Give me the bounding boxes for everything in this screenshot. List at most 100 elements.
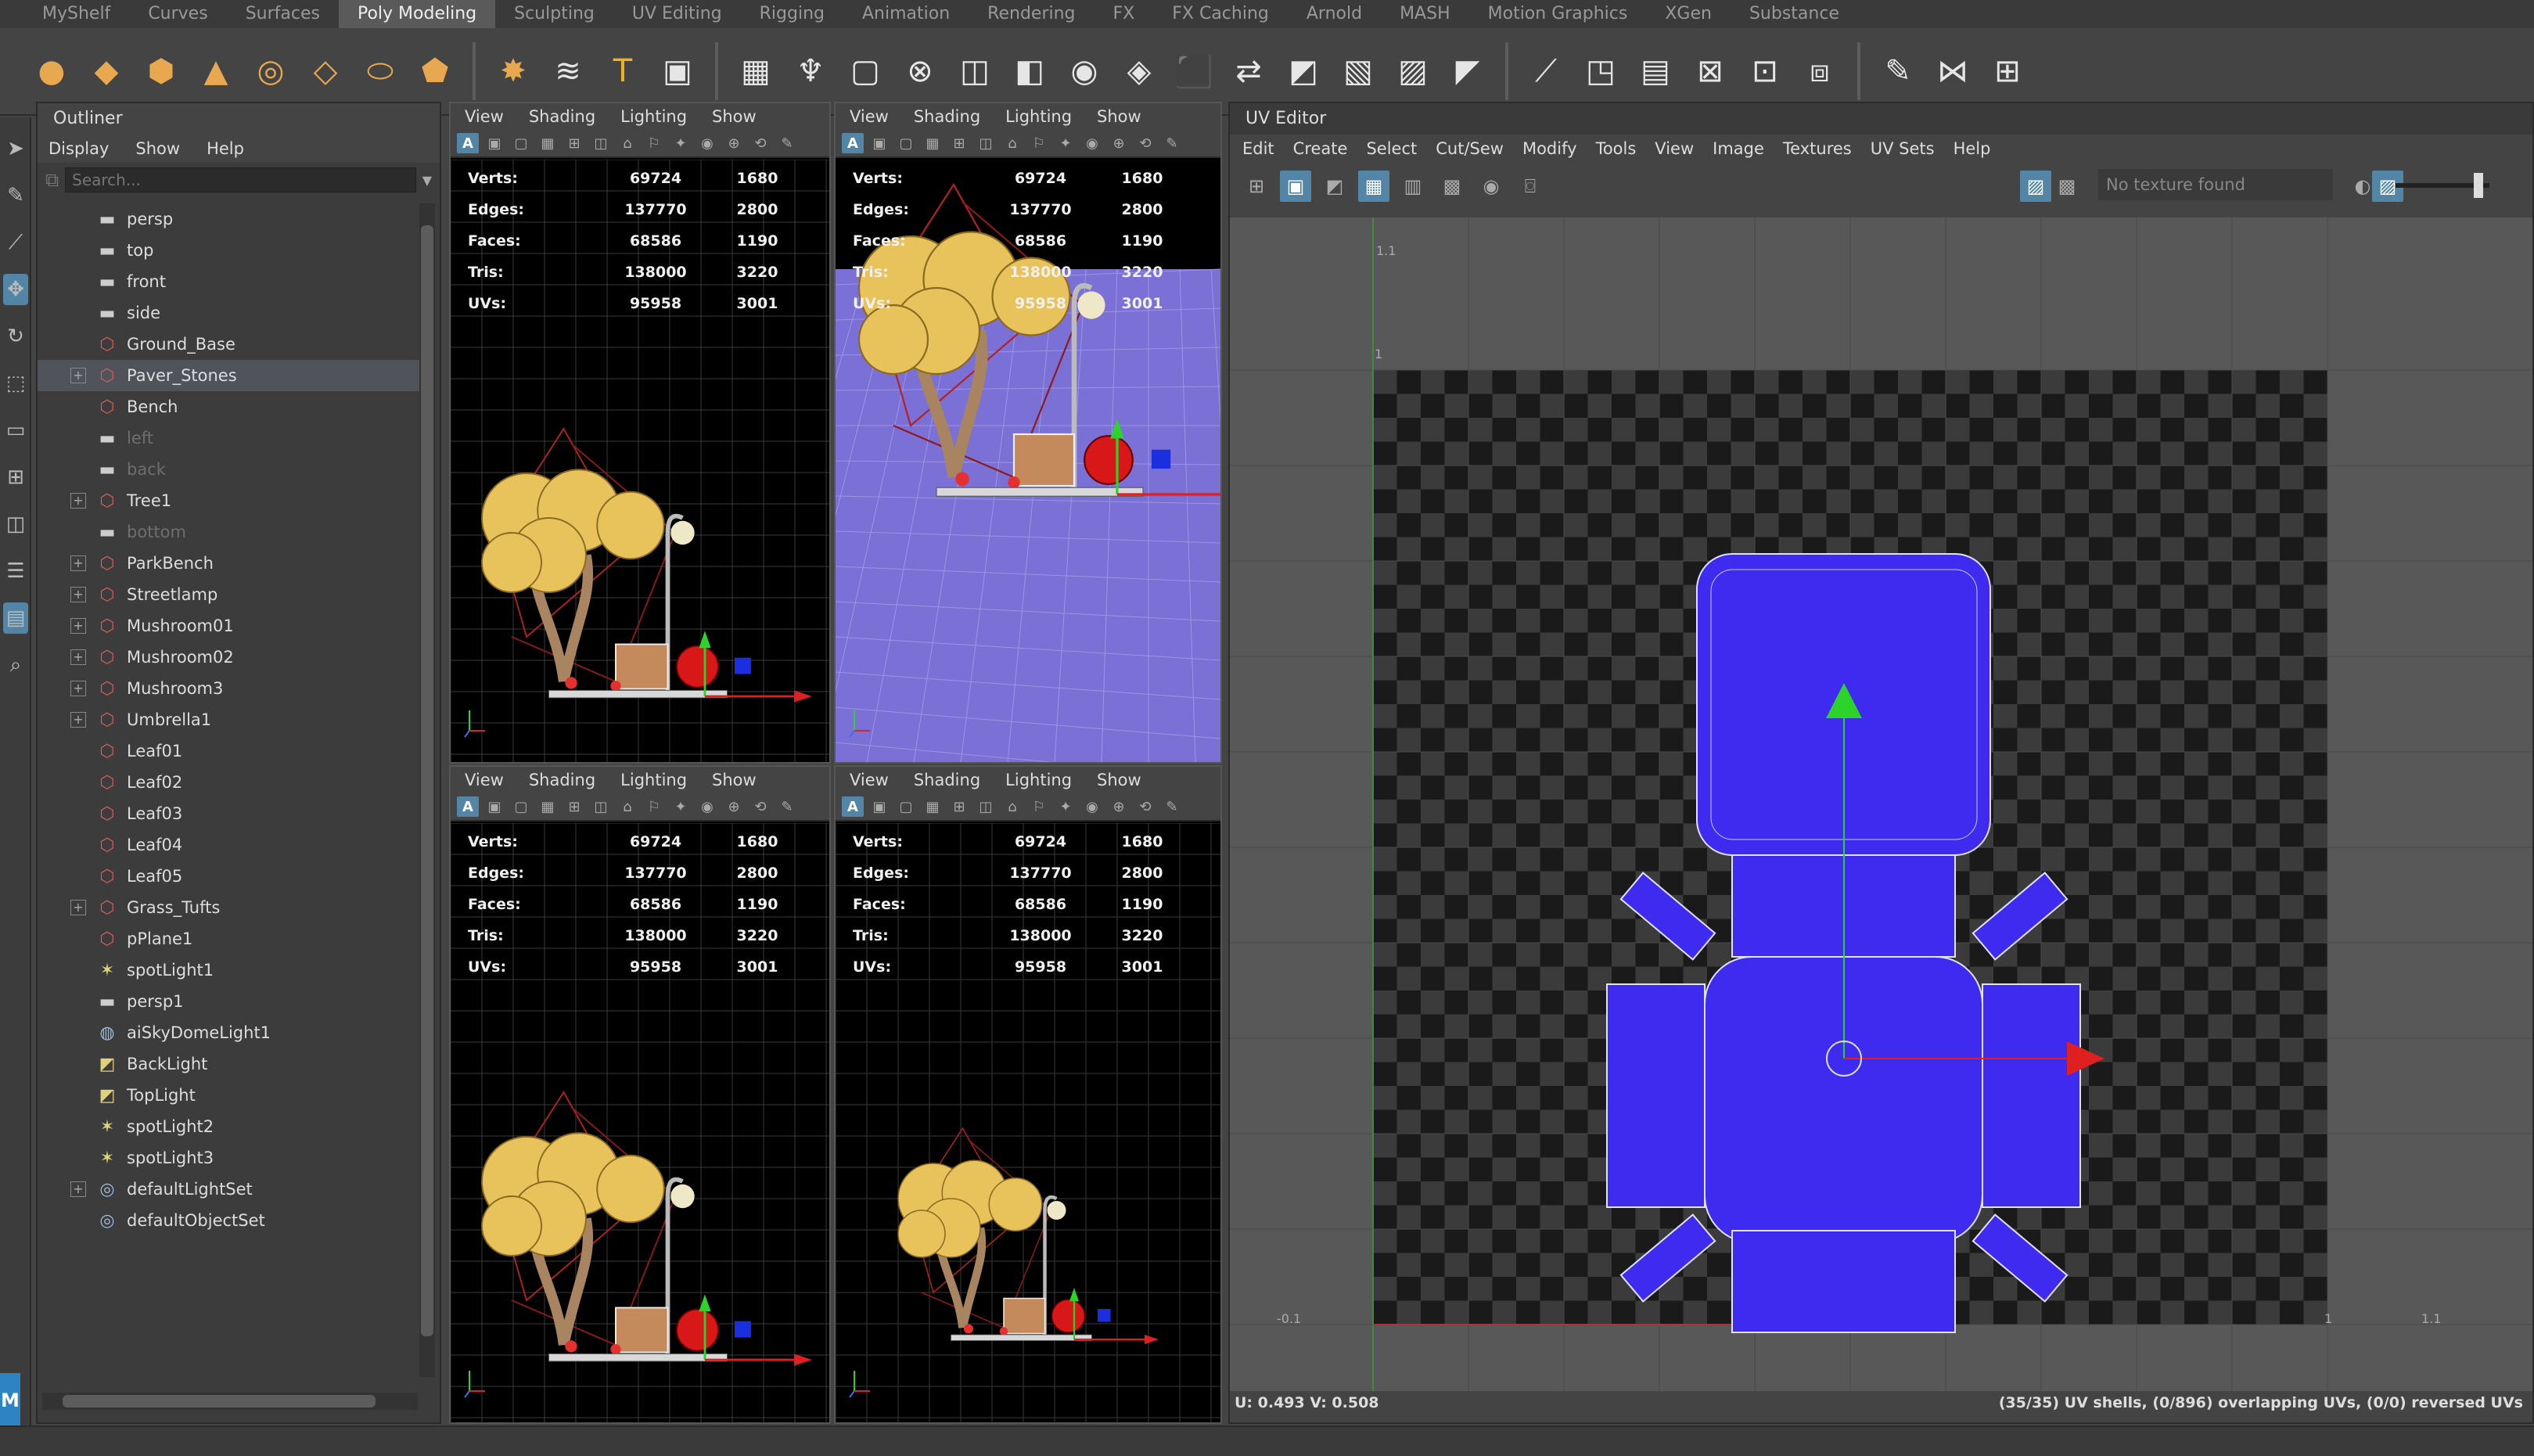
paint-icon[interactable]: ✎	[1874, 48, 1921, 95]
smooth-icon[interactable]: ◉	[1061, 48, 1108, 95]
grease-pencil-icon[interactable]: ✎	[1161, 796, 1183, 817]
camera-attributes-icon[interactable]: ▢	[510, 796, 532, 817]
uv-shell-back[interactable]	[1731, 1230, 1956, 1333]
viewport-persp-2[interactable]: View Shading Lighting Show A ▣ ▢ ▦ ⊞ ◫ ⌂ ⚐ ✦ ◉ ⊕ ⟲ ✎ Vert…	[834, 765, 1222, 1424]
uv-texture-dropdown[interactable]: No texture found	[2098, 169, 2333, 200]
select-camera-icon[interactable]: A	[842, 133, 864, 153]
resolution-gate-icon[interactable]: ⌂	[616, 133, 638, 153]
viewport-menu-shading[interactable]: Shading	[914, 103, 980, 130]
gate-mask-icon[interactable]: ⚐	[643, 133, 665, 153]
scale-tool-icon[interactable]: ⬚	[3, 368, 28, 399]
lock-camera-icon[interactable]: ▣	[483, 796, 505, 817]
expand-icon[interactable]: +	[70, 555, 86, 571]
camera-attributes-icon[interactable]: ▢	[895, 796, 917, 817]
viewport-menu-lighting[interactable]: Lighting	[620, 767, 687, 793]
uv-brightness-slider[interactable]	[2396, 173, 2489, 198]
viewport-menu-show[interactable]: Show	[712, 103, 757, 130]
platonic-icon[interactable]: ⬟	[412, 48, 458, 95]
shelf-tab-poly-modeling[interactable]: Poly Modeling	[338, 0, 496, 28]
safe-title-icon[interactable]: ⊕	[723, 796, 745, 817]
bookmark-icon[interactable]: ▦	[922, 796, 944, 817]
uv-icon[interactable]: ⊗	[897, 48, 944, 95]
separate-icon[interactable]: ◧	[1006, 48, 1053, 95]
uv-display-image-icon[interactable]: ▨	[2020, 171, 2051, 202]
shelf-tab-curves[interactable]: Curves	[129, 0, 226, 28]
outliner-item[interactable]: ▬ left	[38, 422, 421, 454]
rotate-tool-icon[interactable]: ↻	[3, 321, 28, 352]
outliner-item[interactable]: + ⬡ Umbrella1	[38, 704, 421, 735]
svg-icon[interactable]: ▣	[654, 48, 701, 95]
outliner-item[interactable]: + ⬡ ParkBench	[38, 548, 421, 579]
manipulator-x-arrow[interactable]	[794, 1354, 812, 1366]
outliner-item[interactable]: ⬡ Leaf02	[38, 767, 421, 798]
outliner-vertical-scrollbar[interactable]	[419, 203, 435, 1377]
uv-menu-create[interactable]: Create	[1293, 135, 1348, 163]
extrude-icon[interactable]: ⬛	[1170, 48, 1217, 95]
expand-icon[interactable]: +	[70, 681, 86, 696]
select-camera-icon[interactable]: A	[457, 796, 479, 817]
expand-icon[interactable]: +	[70, 368, 86, 383]
shelf-tab-xgen[interactable]: XGen	[1646, 0, 1731, 28]
flip-icon[interactable]: ⊠	[1687, 48, 1734, 95]
outliner-item[interactable]: ▬ side	[38, 297, 421, 329]
outliner-menu-show[interactable]: Show	[135, 135, 180, 163]
field-chart-icon[interactable]: ✦	[1055, 133, 1077, 153]
chevron-down-icon[interactable]: ▼	[422, 173, 432, 188]
viewport-menu-show[interactable]: Show	[1097, 767, 1141, 793]
uv-checker-icon[interactable]: ▩	[1436, 171, 1468, 202]
uv-menu-select[interactable]: Select	[1366, 135, 1417, 163]
viewport-menu-view[interactable]: View	[850, 767, 889, 793]
paint-select-icon[interactable]: ⟋	[3, 227, 28, 258]
film-gate-icon[interactable]: ◫	[590, 133, 612, 153]
select-camera-icon[interactable]: A	[842, 796, 864, 817]
shelf-tab-surfaces[interactable]: Surfaces	[227, 0, 339, 28]
expand-icon[interactable]: +	[70, 712, 86, 728]
uv-border-icon[interactable]: ▦	[1358, 171, 1389, 202]
safe-action-icon[interactable]: ◉	[1081, 796, 1103, 817]
viewport-side[interactable]: View Shading Lighting Show A ▣ ▢ ▦ ⊞ ◫ ⌂ ⚐ ✦ ◉ ⊕ ⟲ ✎ Vert…	[449, 765, 831, 1424]
outliner-item[interactable]: ✶ spotLight3	[38, 1142, 421, 1174]
resolution-gate-icon[interactable]: ⌂	[1001, 133, 1023, 153]
uv-menu-modify[interactable]: Modify	[1522, 135, 1577, 163]
viewport-menu-view[interactable]: View	[850, 103, 889, 130]
bridge-icon[interactable]: ⇄	[1225, 48, 1272, 95]
outliner-item[interactable]: ◎ defaultObjectSet	[38, 1205, 421, 1236]
expand-icon[interactable]: +	[70, 618, 86, 634]
manipulator-z-handle[interactable]	[1152, 449, 1171, 469]
resolution-gate-icon[interactable]: ⌂	[616, 796, 638, 817]
field-chart-icon[interactable]: ✦	[670, 133, 692, 153]
lock-icon[interactable]: ⧉	[45, 169, 59, 191]
average-icon[interactable]: ⧈	[1796, 48, 1843, 95]
uv-checker-map-icon[interactable]: ▩	[2051, 171, 2083, 202]
manipulator-z-handle[interactable]	[735, 1321, 751, 1338]
shelf-tab-uv-editing[interactable]: UV Editing	[613, 0, 741, 28]
grease-pencil-icon[interactable]: ✎	[776, 133, 798, 153]
uv-canvas-svg[interactable]: 1.11-0.111.1-0.1	[1230, 218, 2532, 1414]
select-tool-icon[interactable]: ➤	[3, 133, 28, 164]
outliner-item[interactable]: ⬡ Bench	[38, 391, 421, 422]
pan-zoom-icon[interactable]: ⟲	[1134, 133, 1156, 153]
layout-side-icon[interactable]: ◫	[3, 509, 28, 540]
viewport-menu-show[interactable]: Show	[1097, 103, 1141, 130]
field-chart-icon[interactable]: ✦	[670, 796, 692, 817]
uv-toggle-grid-icon[interactable]: ⊞	[1241, 171, 1272, 202]
viewport-menu-lighting[interactable]: Lighting	[1005, 767, 1072, 793]
outliner-layout-icon[interactable]: ☰	[3, 555, 28, 587]
select-camera-icon[interactable]: A	[457, 133, 479, 153]
outliner-item[interactable]: + ⬡ Tree1	[38, 485, 421, 516]
safe-action-icon[interactable]: ◉	[696, 133, 718, 153]
outliner-item[interactable]: ⬡ pPlane1	[38, 923, 421, 954]
outliner-item[interactable]: + ⬡ Mushroom3	[38, 673, 421, 704]
uv-shaded-icon[interactable]: ▣	[1280, 171, 1311, 202]
outliner-item[interactable]: ▬ bottom	[38, 516, 421, 548]
uv-snapshot-icon[interactable]: ⌼	[1515, 171, 1546, 202]
grid-icon[interactable]: ⊞	[563, 133, 585, 153]
symmetrize-icon[interactable]: ⊡	[1741, 48, 1788, 95]
cylinder-icon[interactable]: ⬢	[138, 48, 185, 95]
outliner-item[interactable]: + ◎ defaultLightSet	[38, 1174, 421, 1205]
outliner-item[interactable]: ⬡ Leaf05	[38, 861, 421, 892]
gate-mask-icon[interactable]: ⚐	[1028, 133, 1050, 153]
uv-menu-edit[interactable]: Edit	[1242, 135, 1274, 163]
expand-icon[interactable]: +	[70, 587, 86, 602]
viewport-front[interactable]: View Shading Lighting Show A ▣ ▢ ▦ ⊞ ◫ ⌂ ⚐ ✦ ◉ ⊕ ⟲ ✎ Vert…	[449, 102, 831, 764]
